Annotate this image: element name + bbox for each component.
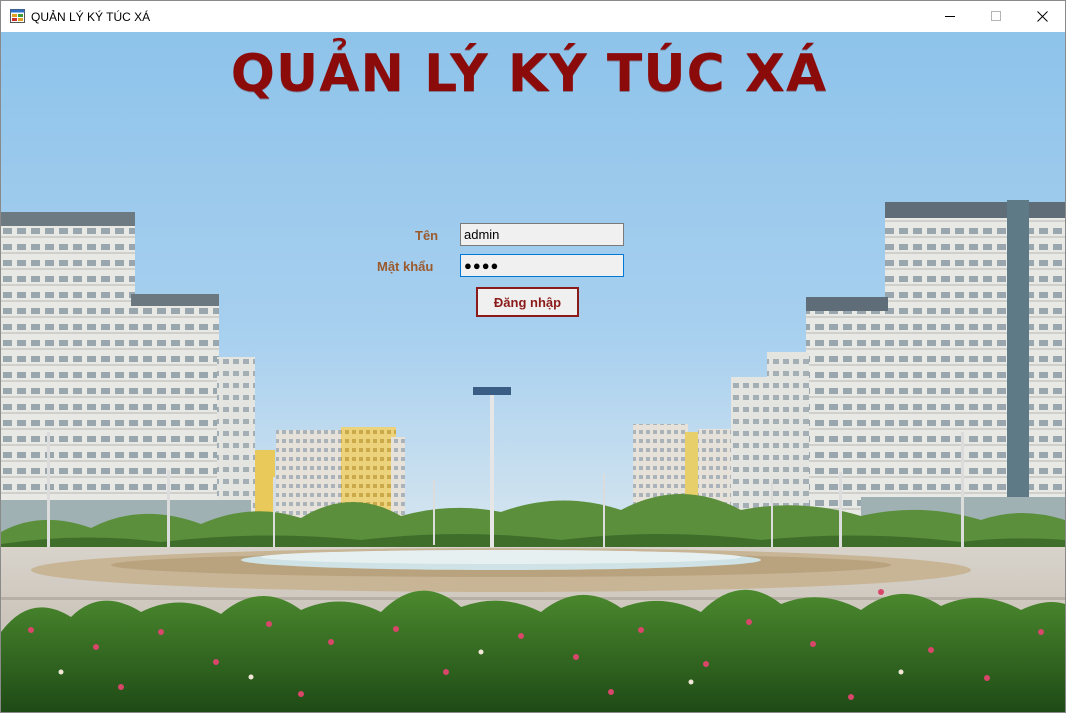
minimize-button[interactable] [927, 1, 973, 32]
page-title: QUẢN LÝ KÝ TÚC XÁ [1, 44, 1065, 104]
title-bar[interactable]: QUẢN LÝ KÝ TÚC XÁ [1, 1, 1065, 32]
maximize-icon [990, 11, 1001, 21]
username-input[interactable] [460, 223, 624, 246]
app-icon [10, 9, 25, 23]
maximize-button[interactable] [973, 1, 1019, 32]
login-window: QUẢN LÝ KÝ TÚC XÁ QUẢN LÝ KÝ TÚC XÁ Tên … [0, 0, 1066, 713]
close-icon [1036, 11, 1048, 22]
page-title-text: QUẢN LÝ KÝ TÚC XÁ [230, 44, 828, 104]
username-label: Tên [415, 228, 439, 243]
login-form-area: QUẢN LÝ KÝ TÚC XÁ Tên Mật khẩu Đăng nhập [1, 32, 1065, 712]
close-button[interactable] [1019, 1, 1065, 32]
login-button[interactable]: Đăng nhập [476, 287, 579, 317]
minimize-icon [944, 16, 955, 17]
password-input[interactable] [460, 254, 624, 277]
window-title: QUẢN LÝ KÝ TÚC XÁ [31, 10, 151, 24]
password-label: Mật khẩu [377, 259, 434, 274]
campus-background-image [1, 32, 1065, 712]
